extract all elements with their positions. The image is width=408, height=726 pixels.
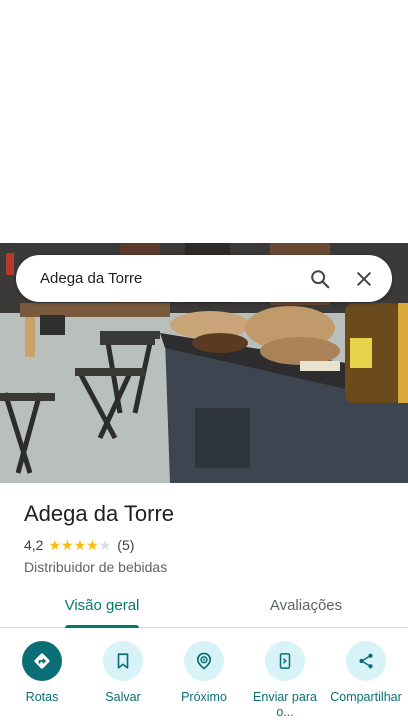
action-bar: Rotas Salvar Próximo Enviar para o... Co… xyxy=(0,641,408,720)
search-input[interactable]: Adega da Torre xyxy=(16,270,298,287)
search-icon xyxy=(311,269,330,288)
bookmark-icon xyxy=(117,653,129,669)
search-button[interactable] xyxy=(298,257,342,301)
send-to-phone-icon xyxy=(279,653,291,669)
action-label: Compartilhar xyxy=(330,690,402,704)
share-button[interactable]: Compartilhar xyxy=(330,641,402,720)
action-label: Enviar para o... xyxy=(253,690,317,719)
star-icon: ★ xyxy=(48,537,62,553)
active-tab-indicator xyxy=(65,625,139,628)
place-info: Adega da Torre 4,2 ★ ★ ★ ★ ★ (5) Distrib… xyxy=(24,500,392,575)
send-to-phone-button[interactable]: Enviar para o... xyxy=(249,641,321,720)
action-circle xyxy=(346,641,386,681)
search-bar[interactable]: Adega da Torre xyxy=(16,255,392,302)
rating-value: 4,2 xyxy=(24,537,44,553)
rating-stars: ★ ★ ★ ★ ★ xyxy=(48,538,111,552)
directions-icon xyxy=(34,653,50,669)
action-circle xyxy=(103,641,143,681)
star-icon: ★ xyxy=(98,537,112,553)
tab-label: Avaliações xyxy=(269,597,343,614)
review-count[interactable]: (5) xyxy=(117,537,134,553)
action-label: Próximo xyxy=(181,690,227,704)
tab-label: Visão geral xyxy=(64,597,140,614)
star-icon: ★ xyxy=(73,537,87,553)
share-icon xyxy=(359,653,373,669)
action-circle xyxy=(22,641,62,681)
action-label: Salvar xyxy=(105,690,141,704)
action-circle xyxy=(184,641,224,681)
place-title: Adega da Torre xyxy=(24,501,175,526)
tab-overview[interactable]: Visão geral xyxy=(0,584,204,628)
clear-search-button[interactable] xyxy=(342,257,386,301)
tab-reviews[interactable]: Avaliações xyxy=(204,584,408,627)
star-icon: ★ xyxy=(86,537,99,553)
tab-bar: Visão geral Avaliações xyxy=(0,584,408,628)
action-label: Rotas xyxy=(25,690,59,704)
save-button[interactable]: Salvar xyxy=(87,641,159,720)
nearby-icon xyxy=(196,652,212,670)
action-circle xyxy=(265,641,305,681)
star-icon: ★ xyxy=(61,537,74,553)
close-icon xyxy=(357,271,371,286)
rating-row[interactable]: 4,2 ★ ★ ★ ★ ★ (5) xyxy=(24,536,392,554)
directions-button[interactable]: Rotas xyxy=(6,641,78,720)
nearby-button[interactable]: Próximo xyxy=(168,641,240,720)
place-category[interactable]: Distribuidor de bebidas xyxy=(24,559,392,575)
